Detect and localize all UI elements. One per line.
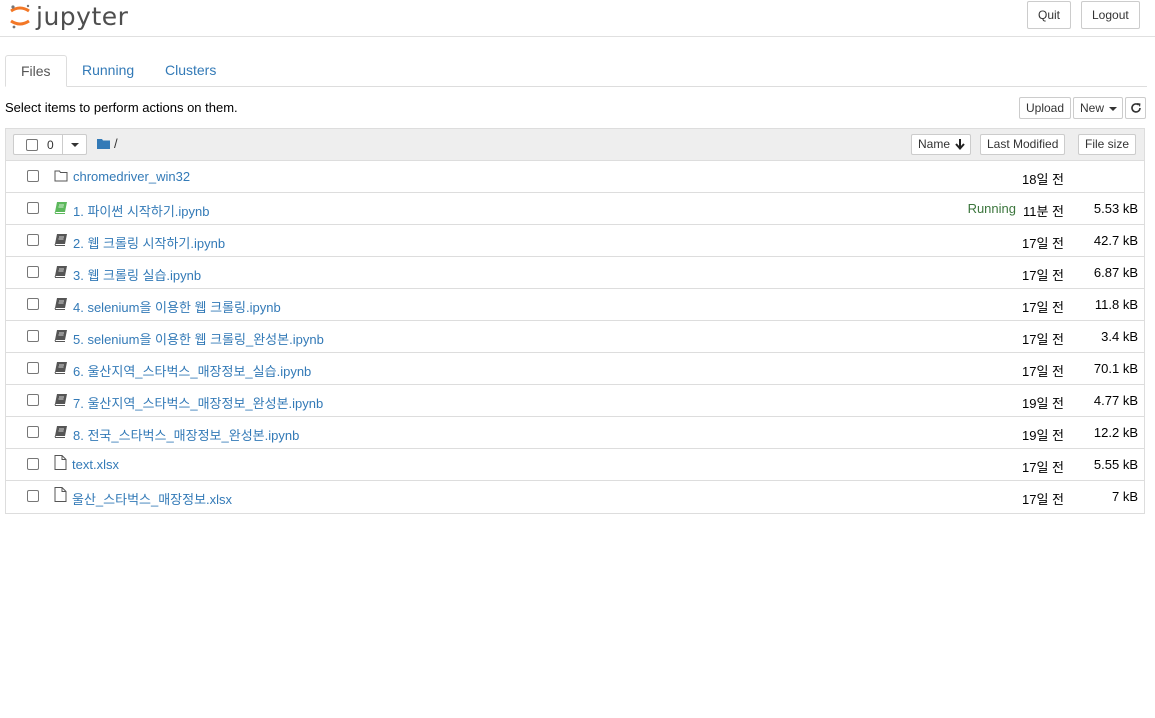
item-name-link[interactable]: chromedriver_win32 (73, 169, 190, 184)
list-item[interactable]: 울산_스타벅스_매장정보.xlsx 17일 전 7 kB (6, 481, 1144, 513)
list-item[interactable]: text.xlsx 17일 전 5.55 kB (6, 449, 1144, 481)
item-checkbox[interactable] (27, 298, 39, 310)
item-size: 70.1 kB (1093, 361, 1138, 376)
item-modified: 17일 전 (1022, 300, 1064, 315)
item-name-link[interactable]: text.xlsx (72, 457, 119, 472)
new-dropdown-button[interactable]: New (1073, 97, 1124, 119)
logout-button[interactable]: Logout (1081, 1, 1140, 29)
notebook-icon (54, 201, 68, 215)
new-label: New (1080, 101, 1105, 115)
sort-by-size-button[interactable]: File size (1078, 134, 1137, 155)
notebook-icon (54, 425, 68, 439)
item-checkbox[interactable] (27, 202, 39, 214)
item-modified: 11분 전 (1022, 204, 1064, 219)
list-item[interactable]: 1. 파이썬 시작하기.ipynb Running 11분 전 5.53 kB (6, 193, 1144, 225)
item-checkbox[interactable] (27, 458, 39, 470)
refresh-button[interactable] (1125, 97, 1146, 119)
folder-icon (54, 169, 68, 183)
item-name-link[interactable]: 6. 울산지역_스타벅스_매장정보_실습.ipynb (73, 361, 311, 380)
file-icon (54, 455, 68, 470)
file-list: 0 / Name Last Modified File size chromed… (5, 128, 1145, 514)
list-item[interactable]: 8. 전국_스타벅스_매장정보_완성본.ipynb 19일 전 12.2 kB (6, 417, 1144, 449)
item-size: 11.8 kB (1094, 297, 1138, 312)
item-size: 7 kB (1111, 489, 1138, 504)
tab-bar: Files Running Clusters (5, 55, 1147, 87)
item-checkbox[interactable] (27, 170, 39, 182)
item-checkbox[interactable] (27, 234, 39, 246)
item-name-link[interactable]: 7. 울산지역_스타벅스_매장정보_완성본.ipynb (73, 393, 323, 412)
upload-button[interactable]: Upload (1019, 97, 1072, 119)
notebook-icon (54, 329, 68, 343)
item-size: 12.2 kB (1093, 425, 1138, 440)
item-name-link[interactable]: 울산_스타벅스_매장정보.xlsx (72, 489, 232, 508)
item-checkbox[interactable] (27, 362, 39, 374)
item-size: 42.7 kB (1093, 233, 1138, 248)
notebook-icon (54, 233, 68, 247)
item-modified: 19일 전 (1022, 428, 1064, 443)
file-rows: chromedriver_win32 18일 전 1. 파이썬 시작하기.ipynb… (6, 161, 1144, 513)
notebook-icon (54, 265, 68, 279)
item-name-link[interactable]: 5. selenium을 이용한 웹 크롤링_완성본.ipynb (73, 329, 324, 348)
list-item[interactable]: 3. 웹 크롤링 실습.ipynb 17일 전 6.87 kB (6, 257, 1144, 289)
item-modified: 17일 전 (1022, 236, 1064, 251)
list-item[interactable]: 5. selenium을 이용한 웹 크롤링_완성본.ipynb 17일 전 3.4… (6, 321, 1144, 353)
running-indicator: Running (967, 201, 1016, 216)
select-all-checkbox[interactable] (26, 139, 38, 151)
item-modified: 18일 전 (1022, 172, 1064, 187)
item-size: 6.87 kB (1093, 265, 1138, 280)
item-size: 5.53 kB (1093, 201, 1138, 216)
notebook-icon (54, 393, 68, 407)
select-dropdown-button[interactable] (62, 135, 87, 154)
folder-icon[interactable] (97, 138, 110, 149)
list-item[interactable]: 6. 울산지역_스타벅스_매장정보_실습.ipynb 17일 전 70.1 kB (6, 353, 1144, 385)
caret-down-icon (71, 143, 79, 147)
selected-count: 0 (47, 138, 54, 152)
item-modified: 17일 전 (1022, 460, 1064, 475)
sort-name-label: Name (918, 137, 951, 151)
list-item[interactable]: 2. 웹 크롤링 시작하기.ipynb 17일 전 42.7 kB (6, 225, 1144, 257)
item-checkbox[interactable] (27, 394, 39, 406)
arrow-down-icon (955, 139, 965, 150)
list-item[interactable]: 4. selenium을 이용한 웹 크롤링.ipynb 17일 전 11.8 kB (6, 289, 1144, 321)
item-modified: 17일 전 (1022, 492, 1064, 507)
item-modified: 17일 전 (1022, 332, 1064, 347)
sort-by-modified-button[interactable]: Last Modified (980, 134, 1066, 155)
item-checkbox[interactable] (27, 330, 39, 342)
tab-files[interactable]: Files (5, 55, 67, 87)
item-modified: 19일 전 (1022, 396, 1064, 411)
breadcrumb-path[interactable]: / (114, 136, 118, 151)
instructions-text: Select items to perform actions on them. (5, 100, 238, 115)
item-name-link[interactable]: 8. 전국_스타벅스_매장정보_완성본.ipynb (73, 425, 299, 444)
item-modified: 17일 전 (1022, 364, 1064, 379)
caret-down-icon (1109, 107, 1118, 111)
list-item[interactable]: 7. 울산지역_스타벅스_매장정보_완성본.ipynb 19일 전 4.77 kB (6, 385, 1144, 417)
logo-text: jupyter (36, 1, 129, 31)
refresh-icon (1131, 103, 1141, 113)
item-size: 4.77 kB (1093, 393, 1138, 408)
file-icon (54, 487, 68, 502)
sort-by-name-button[interactable]: Name (911, 134, 972, 155)
select-all-group: 0 (13, 134, 87, 155)
jupyter-logo-icon (8, 2, 32, 30)
item-name-link[interactable]: 2. 웹 크롤링 시작하기.ipynb (73, 233, 225, 252)
header: jupyter Quit Logout (0, 0, 1155, 37)
list-header: 0 / Name Last Modified File size (6, 129, 1144, 161)
item-checkbox[interactable] (27, 490, 39, 502)
item-checkbox[interactable] (27, 266, 39, 278)
item-name-link[interactable]: 3. 웹 크롤링 실습.ipynb (73, 265, 201, 284)
item-name-link[interactable]: 4. selenium을 이용한 웹 크롤링.ipynb (73, 297, 281, 316)
item-size: 5.55 kB (1093, 457, 1138, 472)
item-checkbox[interactable] (27, 426, 39, 438)
item-modified: 17일 전 (1022, 268, 1064, 283)
item-name-link[interactable]: 1. 파이썬 시작하기.ipynb (73, 201, 209, 220)
list-item[interactable]: chromedriver_win32 18일 전 (6, 161, 1144, 193)
tab-clusters[interactable]: Clusters (150, 55, 231, 86)
notebook-icon (54, 361, 68, 375)
tab-running[interactable]: Running (67, 55, 149, 86)
item-size: 3.4 kB (1101, 329, 1138, 344)
quit-button[interactable]: Quit (1027, 1, 1072, 29)
jupyter-logo[interactable]: jupyter (8, 0, 128, 32)
notebook-icon (54, 297, 68, 311)
